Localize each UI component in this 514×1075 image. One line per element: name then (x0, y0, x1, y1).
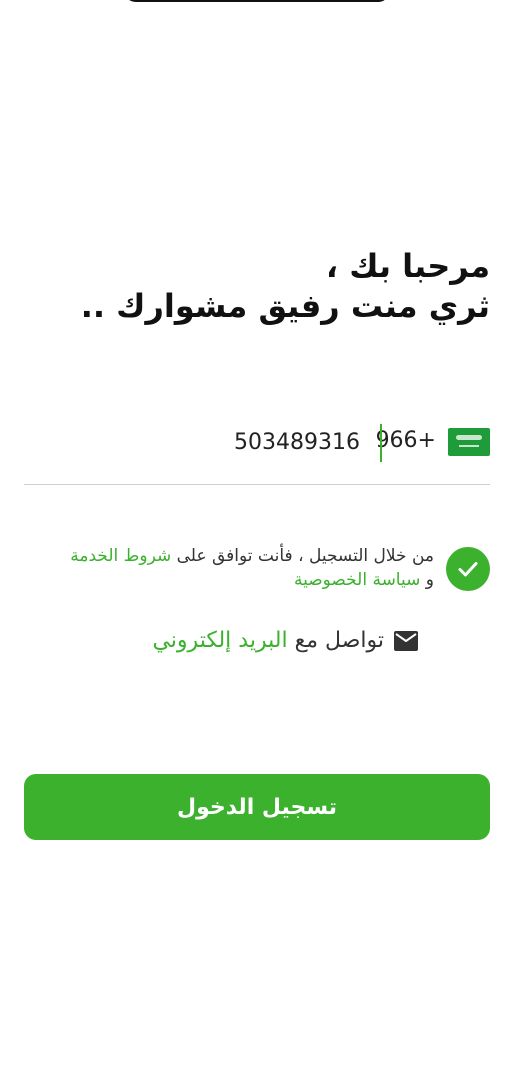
country-dial-code[interactable]: 966+ (376, 428, 436, 453)
consent-text: من خلال التسجيل ، فأنت توافق على شروط ال… (24, 544, 434, 592)
email-contact-link[interactable]: البريد إلكتروني (152, 628, 287, 653)
greeting-line-1: مرحبا بك ، (325, 247, 490, 285)
saudi-flag-icon[interactable] (448, 428, 490, 456)
phone-field-underline (24, 484, 490, 485)
terms-of-service-link[interactable]: شروط الخدمة (70, 546, 171, 566)
phone-field-separator (380, 424, 382, 462)
contact-prefix: تواصل مع (294, 628, 384, 653)
consent-prefix: من خلال التسجيل ، فأنت توافق على (176, 546, 434, 566)
phone-number-input[interactable] (160, 424, 360, 460)
greeting-heading: مرحبا بك ، ثري منت رفيق مشوارك .. (24, 246, 490, 326)
contact-us-row: تواصل مع البريد إلكتروني (24, 624, 418, 658)
login-button[interactable]: تسجيل الدخول (24, 774, 490, 840)
login-screen: مرحبا بك ، ثري منت رفيق مشوارك .. 966+ م… (0, 0, 514, 1075)
phone-field: 966+ (24, 420, 490, 464)
privacy-policy-link[interactable]: سياسة الخصوصية (294, 570, 420, 590)
check-icon (458, 562, 478, 577)
consent-checkbox[interactable] (446, 547, 490, 591)
device-notch (124, 0, 390, 2)
consent-conjunction: و (425, 570, 434, 590)
terms-consent: من خلال التسجيل ، فأنت توافق على شروط ال… (24, 544, 490, 600)
flag-script-mark (456, 435, 482, 440)
flag-sword-mark (459, 445, 479, 447)
greeting-line-2: ثري منت رفيق مشوارك .. (80, 287, 490, 325)
